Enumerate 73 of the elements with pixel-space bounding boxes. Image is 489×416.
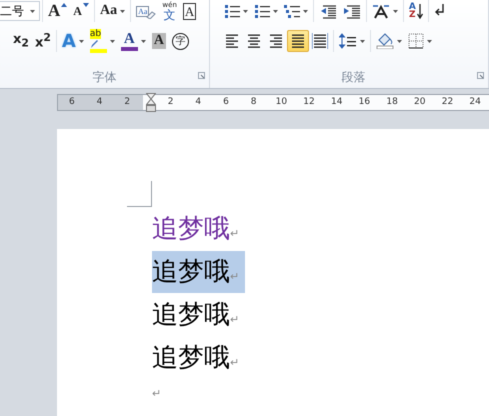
- ruler-number: 8: [250, 96, 258, 109]
- list-icon: [254, 3, 270, 19]
- ruler-number: 22: [440, 96, 454, 109]
- indent-icon: [318, 3, 337, 19]
- align-icon: [268, 33, 284, 49]
- caret-icon: [120, 10, 126, 12]
- ruler-number: 12: [302, 96, 316, 109]
- align-icon: [312, 33, 328, 49]
- ruler-number: 6: [222, 96, 230, 109]
- paragraph-mark: ↵: [152, 386, 162, 402]
- subscript-button[interactable]: x$_{2}$: [10, 30, 32, 52]
- paragraph-text: 追梦哦: [152, 256, 230, 288]
- ruler-number: 2: [166, 96, 174, 109]
- highlight-button[interactable]: ab: [86, 30, 118, 52]
- list-icon: [284, 3, 300, 19]
- ruler-number: 2: [123, 96, 132, 109]
- caret-icon: [360, 40, 365, 42]
- caret-icon: [30, 10, 35, 12]
- group-label: 字体: [92, 68, 116, 86]
- sort-button[interactable]: A Z: [406, 0, 426, 22]
- paragraph-mark: ↵: [230, 354, 240, 370]
- ruler-number: 18: [385, 96, 399, 109]
- text-effect-button[interactable]: A: [58, 30, 87, 52]
- paragraph-text: 追梦哦: [152, 298, 230, 330]
- ruler-number: 16: [358, 96, 372, 109]
- indent-marker[interactable]: [146, 93, 156, 112]
- paint-bucket-icon: [376, 33, 394, 49]
- font-size-field[interactable]: 二号: [0, 1, 40, 21]
- caret-icon: [426, 40, 432, 42]
- dialog-launcher-icon[interactable]: [477, 72, 484, 79]
- indent-icon: [342, 3, 361, 19]
- dialog-launcher-icon[interactable]: [198, 72, 205, 79]
- triangle-icon: [82, 3, 89, 7]
- clear-format-button[interactable]: Aa: [133, 0, 160, 22]
- borders-icon: [408, 33, 424, 49]
- caret-icon: [302, 10, 308, 12]
- down-arrow-icon: [416, 3, 423, 19]
- change-case-button[interactable]: Aa: [96, 0, 128, 22]
- superscript-button[interactable]: x$^{2}$: [32, 30, 54, 52]
- ruler-number: 24: [468, 96, 482, 109]
- list-icon: [224, 3, 240, 19]
- caret-icon: [272, 10, 278, 12]
- justify-button[interactable]: [286, 30, 309, 52]
- align-icon: [290, 33, 306, 49]
- ruler-number: 10: [274, 96, 288, 109]
- grow-font-button[interactable]: A: [45, 0, 70, 22]
- caret-icon: [78, 40, 84, 42]
- align-icon: [224, 33, 240, 49]
- triangle-icon: [61, 3, 68, 7]
- font-color-button[interactable]: A: [118, 30, 149, 52]
- ruler-number: 4: [96, 96, 104, 109]
- shrink-font-button[interactable]: A: [70, 0, 92, 22]
- ruler-number: 20: [413, 96, 426, 109]
- paragraph-text: 追梦哦: [152, 342, 230, 374]
- caret-icon: [110, 40, 115, 42]
- ruler-number: 6: [68, 96, 76, 109]
- pen-icon: [90, 39, 98, 49]
- paragraph-mark: ↵: [230, 226, 240, 242]
- group-label: 段落: [341, 68, 366, 86]
- paragraph-text: 追梦哦: [152, 212, 230, 244]
- align-icon: [246, 33, 262, 49]
- paragraph-mark: ↵: [230, 312, 240, 328]
- caret-icon: [392, 10, 398, 12]
- paragraph-mark: ↵: [230, 268, 240, 284]
- asian-layout-icon: [372, 3, 390, 19]
- margin-mark: [127, 181, 152, 207]
- ruler-number: 4: [194, 96, 202, 109]
- caret-icon: [140, 40, 146, 42]
- ruler-number: 14: [330, 96, 344, 109]
- line-spacing-icon: [338, 33, 357, 49]
- eraser-icon: [146, 11, 156, 19]
- caret-icon: [242, 10, 248, 12]
- caret-icon: [396, 40, 402, 42]
